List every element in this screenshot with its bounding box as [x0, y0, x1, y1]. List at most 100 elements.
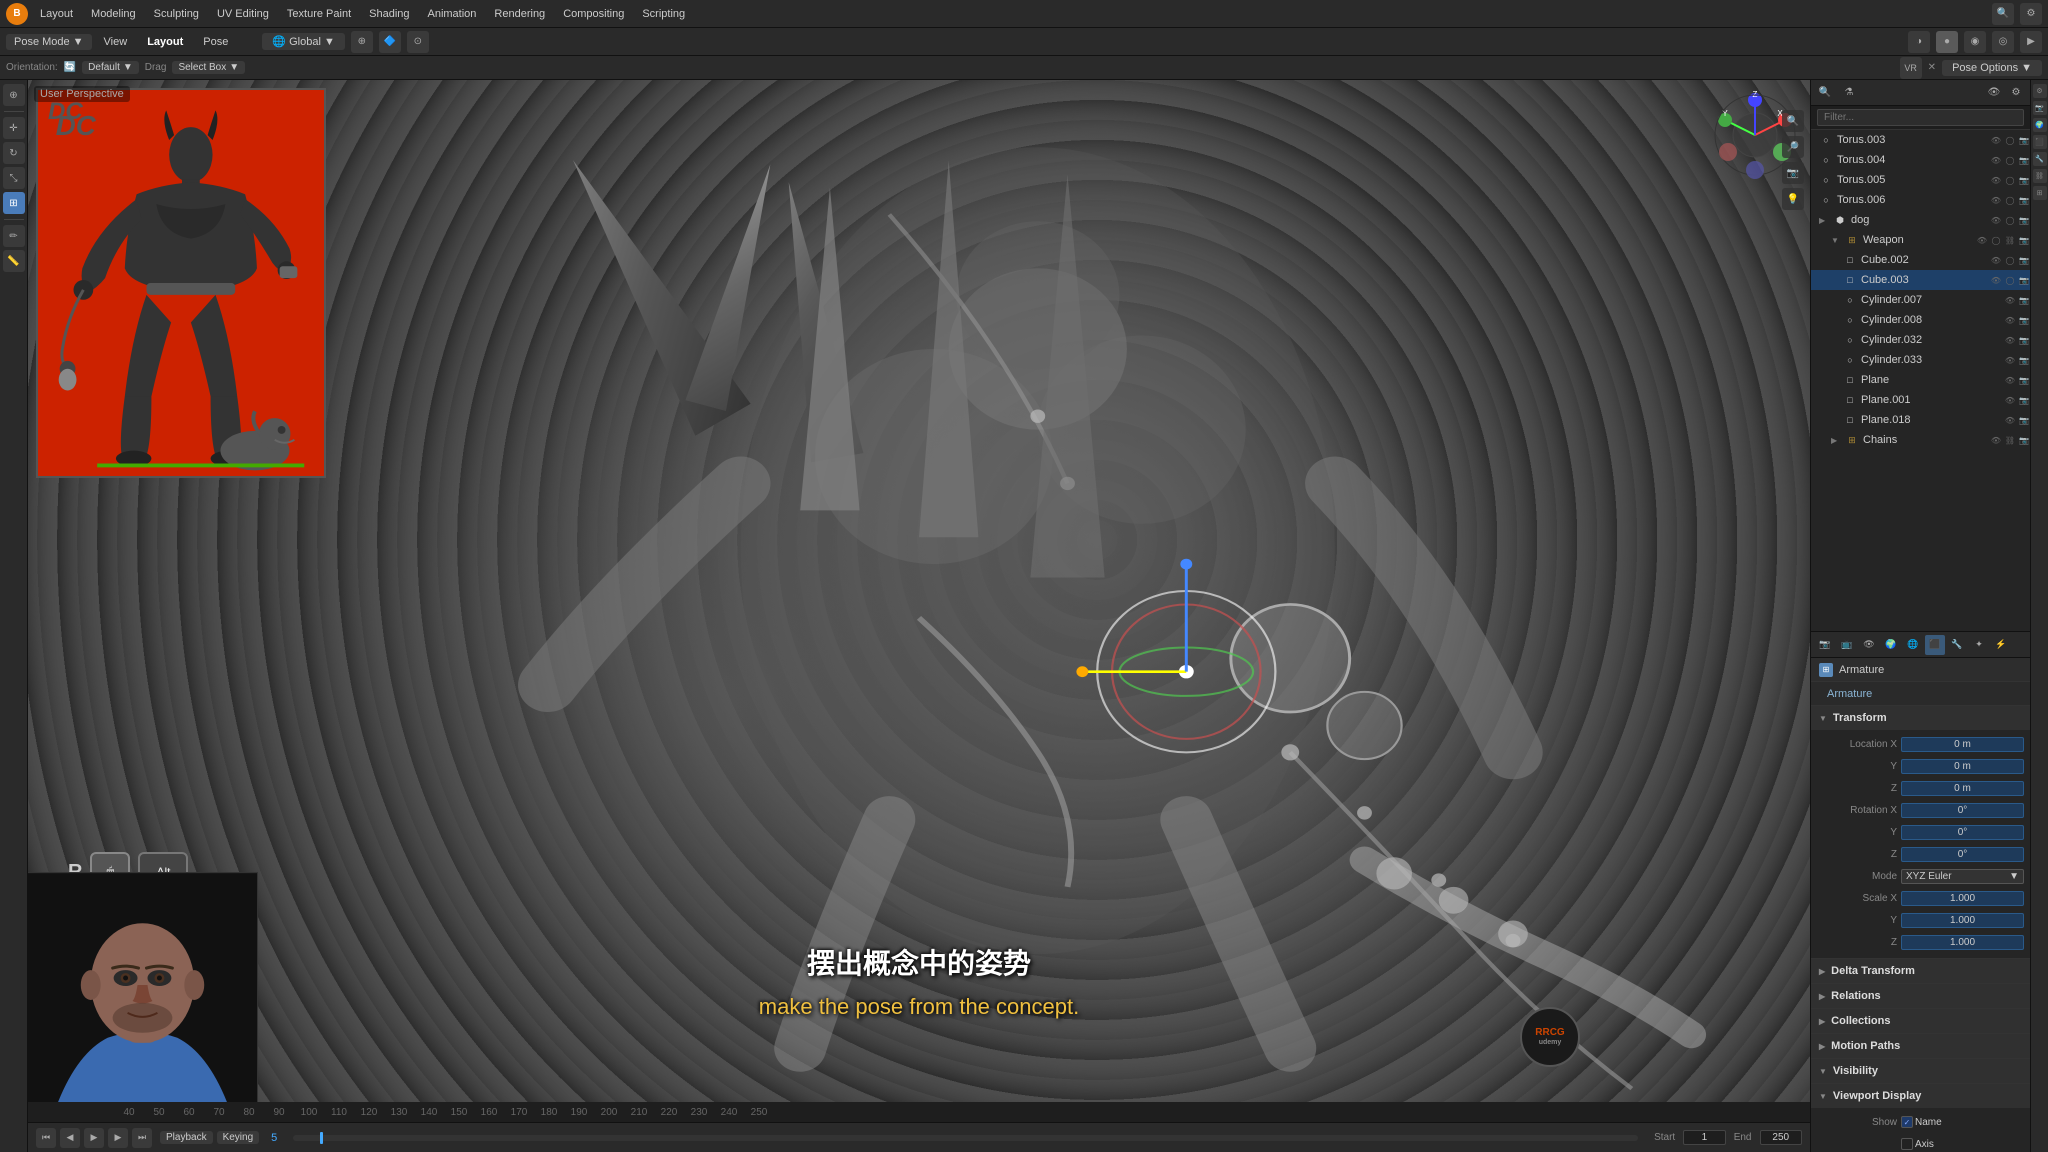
view-menu[interactable]: View: [96, 34, 136, 50]
keying-menu[interactable]: Keying: [217, 1131, 260, 1144]
weapon-sel[interactable]: ◯: [1990, 234, 2002, 246]
cube003-vis[interactable]: 👁: [1990, 274, 2002, 286]
delta-section-header[interactable]: ▶ Delta Transform: [1811, 959, 2030, 983]
skip-start-btn[interactable]: ⏮: [36, 1128, 56, 1148]
start-frame-input[interactable]: 1: [1683, 1130, 1726, 1145]
cyl007-render[interactable]: 📷: [2018, 294, 2030, 306]
search-btn[interactable]: 🔍: [1992, 3, 2014, 25]
dog-render[interactable]: 📷: [2018, 214, 2030, 226]
menu-shading[interactable]: Shading: [361, 6, 417, 22]
torus005-vis[interactable]: 👁: [1990, 174, 2002, 186]
proportional-toggle[interactable]: ⊙: [407, 31, 429, 53]
torus006-vis[interactable]: 👁: [1990, 194, 2002, 206]
step-back-btn[interactable]: ◀: [60, 1128, 80, 1148]
cyl033-vis[interactable]: 👁: [2004, 354, 2016, 366]
select-box-btn[interactable]: Select Box ▼: [172, 61, 245, 74]
end-frame-input[interactable]: 250: [1760, 1130, 1803, 1145]
plane-render[interactable]: 📷: [2018, 374, 2030, 386]
select-menu[interactable]: Layout: [139, 34, 191, 50]
menu-modeling[interactable]: Modeling: [83, 6, 144, 22]
cube002-vis[interactable]: 👁: [1990, 254, 2002, 266]
props-tab-output[interactable]: 📺: [1837, 635, 1857, 655]
torus005-sel[interactable]: ◯: [2004, 174, 2016, 186]
outliner-search-input[interactable]: [1817, 109, 2024, 126]
camera-btn[interactable]: 📷: [1782, 162, 1804, 184]
props-tab-view[interactable]: 👁: [1859, 635, 1879, 655]
viewport-shading-render[interactable]: ◎: [1992, 31, 2014, 53]
outliner-item-torus005[interactable]: ○ Torus.005 👁 ◯ 📷: [1811, 170, 2030, 190]
cursor-tool[interactable]: ⊕: [3, 84, 25, 106]
outliner-item-cyl033[interactable]: ○ Cylinder.033 👁 📷: [1811, 350, 2030, 370]
loc-z-value[interactable]: 0 m: [1901, 781, 2024, 796]
props-tab-scene[interactable]: 🌍: [1881, 635, 1901, 655]
cyl032-render[interactable]: 📷: [2018, 334, 2030, 346]
transform-tool[interactable]: ⊞: [3, 192, 25, 214]
torus006-sel[interactable]: ◯: [2004, 194, 2016, 206]
outliner-item-cyl008[interactable]: ○ Cylinder.008 👁 📷: [1811, 310, 2030, 330]
viewport-display-header[interactable]: ▼ Viewport Display: [1811, 1084, 2030, 1108]
torus003-render[interactable]: 📷: [2018, 134, 2030, 146]
mode-selector[interactable]: Pose Mode ▼: [6, 34, 92, 50]
close-n-panel[interactable]: ✕: [1928, 62, 1936, 73]
menu-layout[interactable]: Layout: [32, 6, 81, 22]
weapon-constraints[interactable]: ⛓: [2004, 234, 2016, 246]
plane-vis[interactable]: 👁: [2004, 374, 2016, 386]
torus004-render[interactable]: 📷: [2018, 154, 2030, 166]
annotate-tool[interactable]: ✏: [3, 225, 25, 247]
main-viewport[interactable]: DC DC: [28, 80, 1810, 1102]
cube002-render[interactable]: 📷: [2018, 254, 2030, 266]
render-btn[interactable]: 💡: [1782, 188, 1804, 210]
viewport-options[interactable]: ▶: [2020, 31, 2042, 53]
far-right-btn4[interactable]: ⬛: [2033, 135, 2047, 149]
step-forward-btn[interactable]: ▶: [108, 1128, 128, 1148]
menu-compositing[interactable]: Compositing: [555, 6, 632, 22]
torus003-sel[interactable]: ◯: [2004, 134, 2016, 146]
outliner-item-weapon[interactable]: ▼ ⊞ Weapon 👁 ◯ ⛓ 📷: [1811, 230, 2030, 250]
props-tab-render[interactable]: 📷: [1815, 635, 1835, 655]
rot-z-value[interactable]: 0°: [1901, 847, 2024, 862]
play-btn[interactable]: ▶: [84, 1128, 104, 1148]
outliner-item-torus003[interactable]: ○ Torus.003 👁 ◯ 📷: [1811, 130, 2030, 150]
settings-btn[interactable]: ⚙: [2020, 3, 2042, 25]
pose-options-btn[interactable]: Pose Options ▼: [1942, 60, 2042, 76]
menu-animation[interactable]: Animation: [420, 6, 485, 22]
outliner-item-torus006[interactable]: ○ Torus.006 👁 ◯ 📷: [1811, 190, 2030, 210]
zoom-in-btn[interactable]: 🔍: [1782, 110, 1804, 132]
outliner-item-plane001[interactable]: □ Plane.001 👁 📷: [1811, 390, 2030, 410]
far-right-btn3[interactable]: 🌍: [2033, 118, 2047, 132]
menu-uv[interactable]: UV Editing: [209, 6, 277, 22]
torus006-render[interactable]: 📷: [2018, 194, 2030, 206]
measure-tool[interactable]: 📏: [3, 250, 25, 272]
cyl032-vis[interactable]: 👁: [2004, 334, 2016, 346]
motion-paths-section-header[interactable]: ▶ Motion Paths: [1811, 1034, 2030, 1058]
weapon-vis[interactable]: 👁: [1976, 234, 1988, 246]
props-tab-modifier[interactable]: 🔧: [1947, 635, 1967, 655]
relations-section-header[interactable]: ▶ Relations: [1811, 984, 2030, 1008]
outliner-search-icon[interactable]: 🔍: [1815, 83, 1835, 103]
dog-vis[interactable]: 👁: [1990, 214, 2002, 226]
skip-end-btn[interactable]: ⏭: [132, 1128, 152, 1148]
outliner-item-dog[interactable]: ▶ ⬢ dog 👁 ◯ 📷: [1811, 210, 2030, 230]
pose-menu[interactable]: Pose: [195, 34, 236, 50]
outliner-filter-icon[interactable]: ⚗: [1839, 83, 1859, 103]
menu-rendering[interactable]: Rendering: [486, 6, 553, 22]
viewport-shading-mat[interactable]: ◉: [1964, 31, 1986, 53]
far-right-btn5[interactable]: 🔧: [2033, 152, 2047, 166]
scale-y-value[interactable]: 1.000: [1901, 913, 2024, 928]
move-tool[interactable]: ✛: [3, 117, 25, 139]
playback-menu[interactable]: Playback: [160, 1131, 213, 1144]
scale-z-value[interactable]: 1.000: [1901, 935, 2024, 950]
chains-vis[interactable]: 👁: [1990, 434, 2002, 446]
props-tab-world[interactable]: 🌐: [1903, 635, 1923, 655]
menu-texture[interactable]: Texture Paint: [279, 6, 359, 22]
plane001-render[interactable]: 📷: [2018, 394, 2030, 406]
transform-section-header[interactable]: ▼ Transform: [1811, 706, 2030, 730]
plane001-vis[interactable]: 👁: [2004, 394, 2016, 406]
timeline-scrubber[interactable]: [293, 1135, 1638, 1141]
torus005-render[interactable]: 📷: [2018, 174, 2030, 186]
outliner-eye-icon[interactable]: 👁: [1984, 83, 2004, 103]
outliner-item-cyl032[interactable]: ○ Cylinder.032 👁 📷: [1811, 330, 2030, 350]
cube003-sel[interactable]: ◯: [2004, 274, 2016, 286]
outliner-settings-icon[interactable]: ⚙: [2006, 83, 2026, 103]
menu-scripting[interactable]: Scripting: [634, 6, 693, 22]
